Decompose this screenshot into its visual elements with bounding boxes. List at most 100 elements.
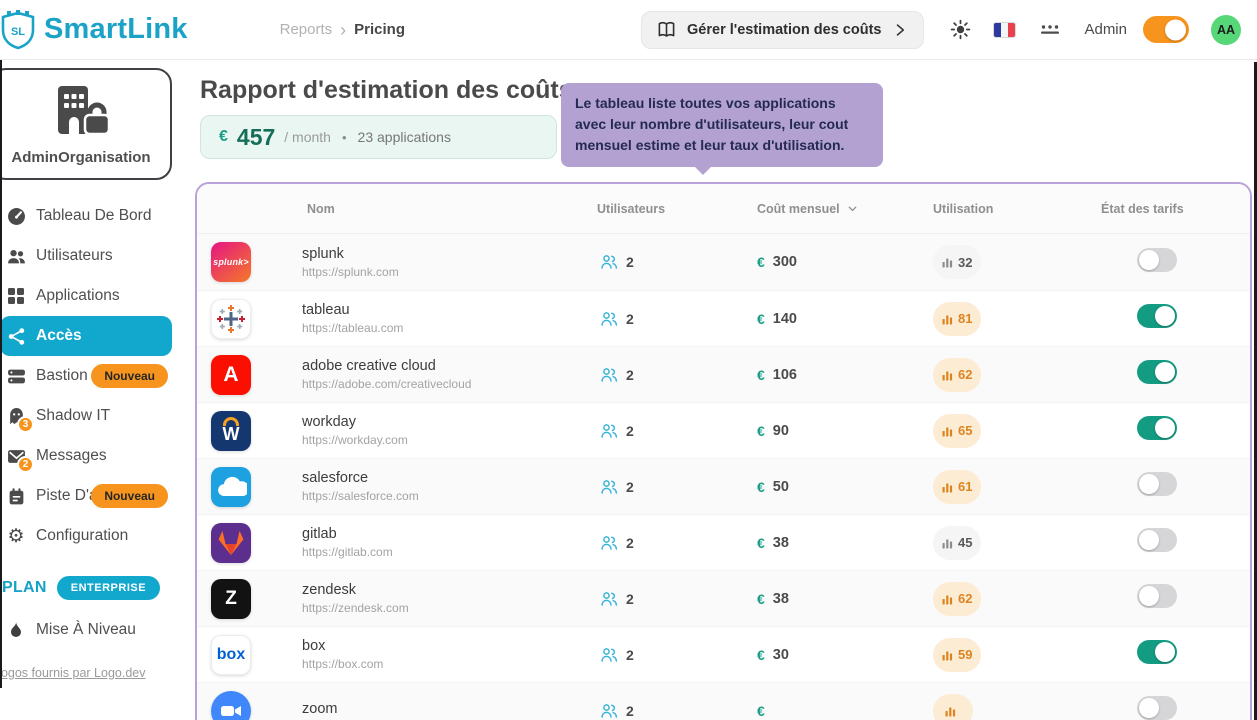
dashboard-icon [6,206,26,226]
shield-logo-icon: SL [0,8,38,52]
euro-icon: € [757,647,765,663]
app-icon [211,691,251,720]
table-row[interactable]: zoom 2 € [197,682,1250,720]
sidebar-item-messages[interactable]: 2 Messages [0,436,172,476]
monthly-cost: 38 [773,535,789,551]
utilization-value: 32 [958,255,972,270]
app-icon: W [211,411,251,451]
table-row[interactable]: box box https://box.com 2 € 30 [197,626,1250,682]
shadow-it-count-badge: 3 [17,416,34,433]
sidebar-item-audit-trail[interactable]: Piste D'audit Nouveau [0,476,172,516]
table-row[interactable]: gitlab https://gitlab.com 2 € 38 45 [197,514,1250,570]
users-count-icon [600,478,618,496]
users-count: 2 [626,479,634,495]
sidebar-item-bastion[interactable]: Bastion Nouveau [0,356,172,396]
avatar[interactable]: AA [1211,15,1241,45]
breadcrumb: Reports › Pricing [280,21,405,39]
table-row[interactable]: splunk> splunk https://splunk.com 2 € 30… [197,234,1250,290]
pricing-toggle[interactable] [1137,640,1177,664]
pricing-toggle[interactable] [1137,472,1177,496]
apps-table: Nom Utilisateurs Coût mensuel Utilisatio… [195,182,1252,720]
utilization-badge: 32 [933,245,981,279]
app-icon: A [211,355,251,395]
app-name: salesforce [302,470,419,486]
monthly-cost: 90 [773,423,789,439]
app-url: https://workday.com [302,433,408,447]
manage-costs-label: Gérer l'estimation des coûts [687,22,881,38]
pricing-toggle[interactable] [1137,248,1177,272]
more-options-icon[interactable] [1038,21,1062,39]
users-count: 2 [626,591,634,607]
table-row[interactable]: salesforce https://salesforce.com 2 € 50 [197,458,1250,514]
euro-icon: € [757,311,765,327]
sidebar-item-applications[interactable]: Applications [0,276,172,316]
euro-icon: € [757,254,765,270]
manage-costs-button[interactable]: Gérer l'estimation des coûts [641,11,924,49]
breadcrumb-section[interactable]: Reports [280,21,333,38]
sidebar-item-shadow-it[interactable]: 3 Shadow IT [0,396,172,436]
organization-card[interactable]: AdminOrganisation [0,68,172,180]
monthly-cost-amount: 457 [237,124,275,151]
pricing-toggle[interactable] [1137,528,1177,552]
organization-building-lock-icon [50,84,112,136]
utilization-value: 62 [958,591,972,606]
pricing-toggle[interactable] [1137,584,1177,608]
app-name: tableau [302,302,403,318]
admin-toggle[interactable] [1143,16,1189,43]
sidebar-item-dashboard[interactable]: Tableau De Bord [0,196,172,236]
applications-count: 23 applications [358,129,451,145]
messages-count-badge: 2 [17,456,34,473]
monthly-cost: 140 [773,311,797,327]
app-name: zendesk [302,582,409,598]
utilization-badge: 62 [933,582,981,616]
users-count-icon [600,422,618,440]
brand-name: SmartLink [44,13,188,46]
sidebar-item-access[interactable]: Accès [0,316,172,356]
cost-summary-pill: € 457 / month • 23 applications [200,115,557,159]
table-header: Nom Utilisateurs Coût mensuel Utilisatio… [197,184,1250,234]
theme-sun-icon[interactable] [950,19,971,40]
column-header-cost[interactable]: Coût mensuel [757,202,933,216]
plan-enterprise-badge[interactable]: ENTERPRISE [57,576,160,600]
app-icon: box [211,635,251,675]
app-icon: splunk> [211,242,251,282]
logo-credit-link[interactable]: Logos fournis par Logo.dev [0,666,172,680]
bar-chart-icon [942,256,953,268]
table-row[interactable]: Z zendesk https://zendesk.com 2 € 38 [197,570,1250,626]
audit-icon [6,486,26,506]
users-count-icon [600,534,618,552]
users-count: 2 [626,254,634,270]
table-row[interactable]: A adobe creative cloud https://adobe.com… [197,346,1250,402]
sidebar-item-configuration[interactable]: ⚙ Configuration [0,516,172,556]
sidebar-nav: Tableau De Bord Utilisateurs Application… [0,196,172,556]
language-flag-icon[interactable] [993,22,1016,38]
utilization-value: 62 [958,367,972,382]
euro-icon: € [757,367,765,383]
table-row[interactable]: tableau https://tableau.com 2 € 140 8 [197,290,1250,346]
monthly-cost: 50 [773,479,789,495]
column-header-utilization[interactable]: Utilisation [933,202,1101,216]
users-count-icon [600,310,618,328]
pricing-toggle[interactable] [1137,304,1177,328]
bar-chart-icon [945,705,956,717]
brand-logo[interactable]: SL SmartLink [0,8,188,52]
organization-name: AdminOrganisation [0,149,162,166]
column-header-pricing-state[interactable]: État des tarifs [1101,202,1250,216]
column-header-name[interactable]: Nom [197,202,597,216]
column-header-users[interactable]: Utilisateurs [597,202,757,216]
users-icon [6,246,26,266]
utilization-badge [933,694,973,720]
table-row[interactable]: W workday https://workday.com 2 € 90 [197,402,1250,458]
pricing-toggle[interactable] [1137,360,1177,384]
apps-grid-icon [6,286,26,306]
utilization-badge: 59 [933,638,981,672]
sidebar-item-users[interactable]: Utilisateurs [0,236,172,276]
gear-icon: ⚙ [6,526,26,546]
pricing-toggle[interactable] [1137,416,1177,440]
pricing-toggle[interactable] [1137,696,1177,720]
app-name: box [302,638,383,654]
app-url: https://splunk.com [302,265,399,279]
app-url: https://tableau.com [302,321,403,335]
sidebar-item-upgrade[interactable]: Mise À Niveau [0,610,172,650]
utilization-value: 81 [958,311,972,326]
